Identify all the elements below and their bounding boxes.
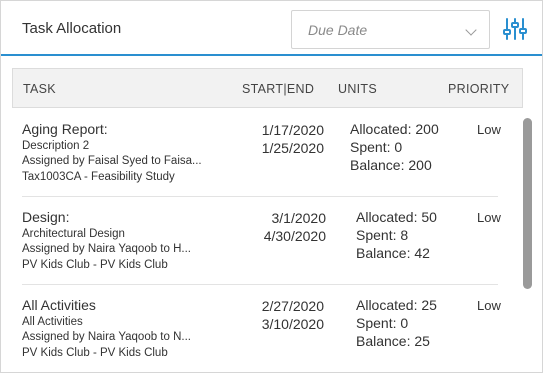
column-header-priority[interactable]: PRIORITY [448, 82, 509, 96]
end-date: 4/30/2020 [263, 228, 326, 244]
sliders-icon [503, 18, 527, 40]
task-project: PV Kids Club - PV Kids Club [22, 347, 168, 359]
task-project: Tax1003CA - Feasibility Study [22, 171, 175, 183]
task-description: Architectural Design [22, 228, 125, 240]
task-assignment: Assigned by Faisal Syed to Faisa... [22, 155, 202, 167]
task-assignment: Assigned by Naira Yaqoob to N... [22, 331, 191, 343]
column-header-start-end[interactable]: START|END [242, 82, 314, 96]
due-date-select[interactable]: Due Date [291, 10, 490, 49]
widget-header: Task Allocation Due Date [1, 1, 542, 56]
table-row[interactable]: All Activities All Activities Assigned b… [12, 285, 512, 371]
task-name: Design: [22, 209, 70, 225]
filter-settings-button[interactable] [501, 15, 529, 43]
table-header: TASK START|END UNITS PRIORITY [12, 68, 523, 108]
units-spent: Spent: 0 [356, 315, 409, 331]
units-spent: Spent: 8 [356, 227, 409, 243]
task-allocation-widget: Task Allocation Due Date TASK START|END … [0, 0, 543, 373]
units-allocated: Allocated: 50 [356, 209, 437, 225]
units-balance: Balance: 42 [356, 245, 430, 261]
task-description: Description 2 [22, 140, 90, 152]
start-date: 1/17/2020 [261, 122, 324, 138]
task-project: PV Kids Club - PV Kids Club [22, 259, 168, 271]
column-header-units[interactable]: UNITS [338, 82, 377, 96]
units-spent: Spent: 0 [350, 139, 403, 155]
priority-value: Low [477, 298, 501, 313]
priority-value: Low [477, 122, 501, 137]
units-allocated: Allocated: 200 [350, 121, 439, 137]
task-list: Aging Report: Description 2 Assigned by … [12, 109, 512, 371]
start-date: 3/1/2020 [271, 210, 327, 226]
start-date: 2/27/2020 [261, 298, 324, 314]
due-date-placeholder: Due Date [308, 22, 368, 38]
units-balance: Balance: 200 [350, 157, 432, 173]
scrollbar-thumb[interactable] [523, 118, 532, 289]
task-description: All Activities [22, 316, 83, 328]
units-allocated: Allocated: 25 [356, 297, 437, 313]
widget-title: Task Allocation [22, 20, 122, 37]
units-balance: Balance: 25 [356, 333, 430, 349]
priority-value: Low [477, 210, 501, 225]
task-name: Aging Report: [22, 121, 108, 137]
task-assignment: Assigned by Naira Yaqoob to H... [22, 243, 191, 255]
end-date: 3/10/2020 [261, 316, 324, 332]
table-row[interactable]: Aging Report: Description 2 Assigned by … [12, 109, 512, 197]
column-header-task[interactable]: TASK [23, 82, 56, 96]
table-row[interactable]: Design: Architectural Design Assigned by… [12, 197, 512, 285]
end-date: 1/25/2020 [261, 140, 324, 156]
task-name: All Activities [22, 297, 96, 313]
chevron-down-icon [465, 24, 477, 36]
